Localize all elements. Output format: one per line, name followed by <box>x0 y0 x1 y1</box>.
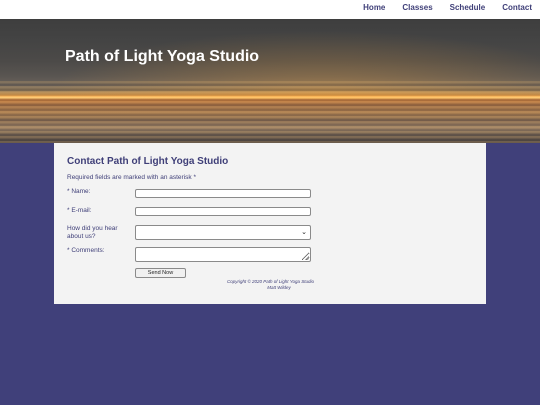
name-field-box <box>135 189 311 206</box>
contact-heading: Contact Path of Light Yoga Studio <box>67 156 229 167</box>
hero-banner: Path of Light Yoga Studio <box>0 19 540 143</box>
name-label: * Name: <box>67 188 91 195</box>
copyright-text: Copyright © 2020 Path of Light Yoga Stud… <box>226 279 314 284</box>
nav-classes-link[interactable]: Classes <box>402 0 432 16</box>
contact-panel: Contact Path of Light Yoga Studio Requir… <box>54 143 486 304</box>
nav-home-link[interactable]: Home <box>363 0 385 16</box>
hear-about-select[interactable]: ⌄ <box>135 225 311 240</box>
chevron-down-icon: ⌄ <box>301 229 307 236</box>
sunset-water-image <box>0 81 540 143</box>
comments-field-box <box>135 247 311 262</box>
site-title: Path of Light Yoga Studio <box>65 48 260 65</box>
email-field-box <box>135 207 311 224</box>
nav-list: Home Classes Schedule Contact <box>346 0 532 16</box>
email-input[interactable] <box>136 216 310 224</box>
comments-textarea[interactable] <box>136 248 310 261</box>
author-text: Matt Wildey <box>267 285 291 290</box>
nav-schedule-link[interactable]: Schedule <box>450 0 486 16</box>
send-now-button[interactable]: Send Now <box>135 268 186 278</box>
resize-grip-icon[interactable] <box>305 256 309 260</box>
hear-about-label: How did you hear about us? <box>67 225 118 240</box>
top-navigation: Home Classes Schedule Contact <box>0 0 540 19</box>
comments-label: * Comments: <box>67 247 105 254</box>
name-input[interactable] <box>136 198 310 206</box>
email-label: * E-mail: <box>67 207 92 214</box>
nav-contact-link[interactable]: Contact <box>502 0 532 16</box>
required-note: Required fields are marked with an aster… <box>67 174 196 181</box>
